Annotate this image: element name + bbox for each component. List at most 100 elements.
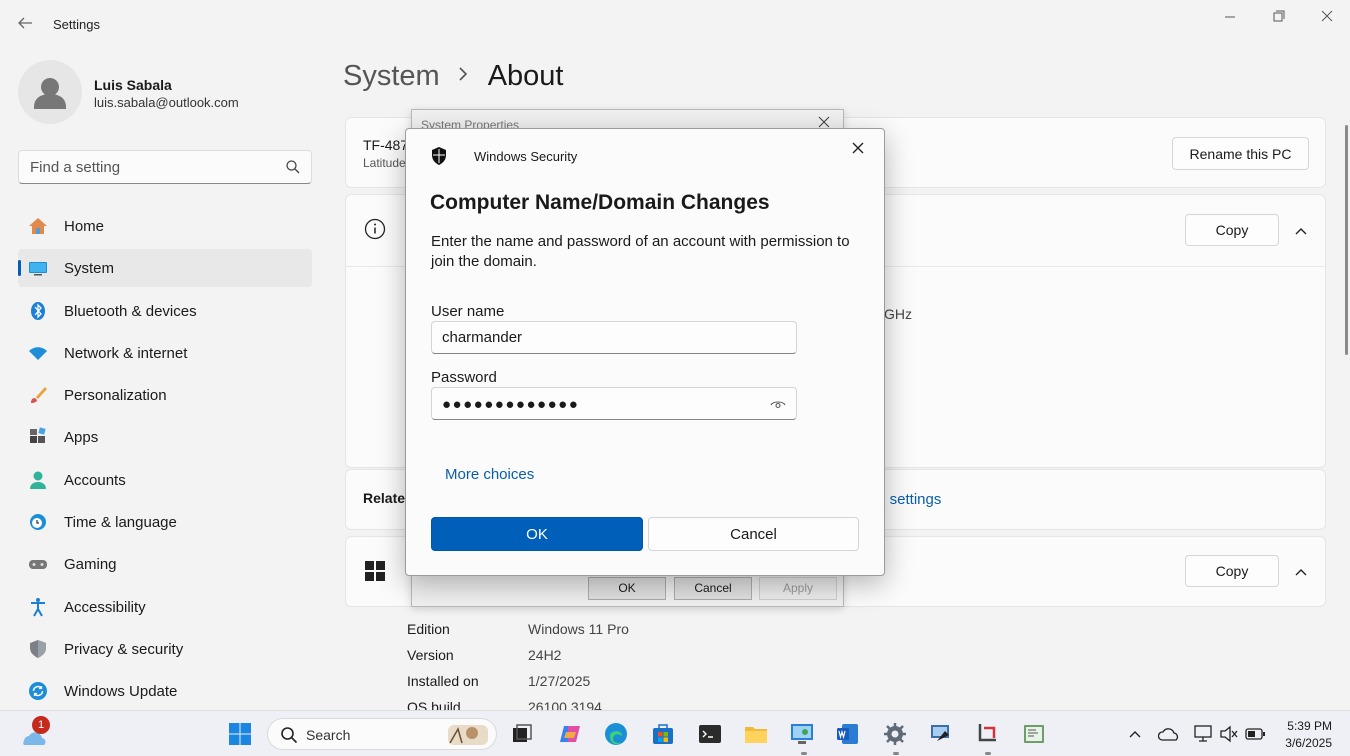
wifi-icon: [29, 347, 47, 360]
notification-badge: 1: [32, 716, 50, 734]
taskbar: 1 Search 5:39 PM 3/6/2025: [0, 710, 1350, 756]
sidebar-item-accounts[interactable]: Accounts: [18, 461, 312, 499]
settings-gear-icon[interactable]: [883, 722, 907, 746]
pc-name: TF-487: [363, 137, 409, 153]
breadcrumb: System About: [343, 60, 563, 93]
sidebar-item-accessibility[interactable]: Accessibility: [18, 588, 312, 626]
rename-pc-button[interactable]: Rename this PC: [1172, 137, 1309, 170]
sidebar-item-label: Bluetooth & devices: [64, 302, 197, 320]
cancel-button[interactable]: Cancel: [648, 517, 859, 551]
network-monitor-icon[interactable]: [1193, 724, 1213, 744]
windows-security-dialog: Windows Security Computer Name/Domain Ch…: [405, 128, 885, 576]
taskbar-search[interactable]: Search: [267, 718, 497, 750]
copy-windows-specs-button[interactable]: Copy: [1185, 555, 1279, 587]
username-field[interactable]: [431, 321, 797, 354]
update-icon: [29, 682, 47, 701]
close-icon[interactable]: [1317, 8, 1337, 26]
store-icon[interactable]: [651, 722, 675, 746]
sidebar-item-gaming[interactable]: Gaming: [18, 545, 312, 583]
sidebar-item-label: Accessibility: [64, 598, 146, 616]
system-icon: [29, 262, 47, 276]
sidebar-item-privacy[interactable]: Privacy & security: [18, 630, 312, 668]
dialog-description: Enter the name and password of an accoun…: [431, 233, 850, 270]
scrollbar[interactable]: [1345, 125, 1348, 355]
spec-label-version: Version: [407, 647, 454, 663]
sidebar-item-label: Home: [64, 218, 105, 235]
sysprops-ok-button[interactable]: OK: [588, 577, 666, 600]
reveal-password-eye-icon[interactable]: [770, 397, 786, 411]
sidebar-item-bluetooth[interactable]: Bluetooth & devices: [18, 292, 312, 330]
sidebar-item-label: Privacy & security: [64, 640, 184, 658]
dialog-app-name: Windows Security: [474, 149, 578, 164]
chevron-up-icon[interactable]: [1127, 726, 1143, 742]
shield-icon: [30, 639, 46, 658]
sidebar-item-personalization[interactable]: Personalization: [18, 376, 312, 414]
task-view-icon[interactable]: [510, 722, 534, 746]
brush-icon: [31, 387, 47, 404]
chevron-right-icon: [458, 65, 468, 88]
password-label: Password: [431, 369, 497, 386]
copy-device-specs-button[interactable]: Copy: [1185, 214, 1279, 246]
sidebar-item-label: Accounts: [64, 471, 126, 489]
home-icon: [29, 218, 47, 234]
sysprops-cancel-button[interactable]: Cancel: [674, 577, 752, 600]
clock[interactable]: 5:39 PM 3/6/2025: [1285, 718, 1332, 752]
file-explorer-icon[interactable]: [744, 722, 768, 746]
sidebar-item-time-language[interactable]: Time & language: [18, 503, 312, 541]
ok-button[interactable]: OK: [431, 517, 643, 551]
settings-search[interactable]: [18, 150, 312, 184]
password-field[interactable]: ●●●●●●●●●●●●●: [431, 387, 797, 420]
battery-icon[interactable]: [1244, 725, 1266, 743]
username-label: User name: [431, 303, 505, 320]
snipping-tool-icon[interactable]: [976, 722, 1000, 746]
password-input[interactable]: ●●●●●●●●●●●●●: [442, 396, 579, 413]
chevron-up-icon[interactable]: [1293, 223, 1309, 239]
sidebar-item-system[interactable]: System: [18, 249, 312, 288]
sidebar-item-apps[interactable]: Apps: [18, 418, 312, 456]
remote-desktop-icon[interactable]: [929, 722, 953, 746]
sidebar-item-label: System: [64, 260, 115, 278]
search-input[interactable]: [19, 151, 279, 183]
start-icon[interactable]: [228, 722, 252, 746]
apps-icon: [30, 427, 46, 444]
sidebar-item-label: Time & language: [64, 514, 177, 532]
restore-icon[interactable]: [1268, 8, 1288, 26]
bluetooth-icon: [31, 301, 45, 320]
onedrive-cloud-icon[interactable]: [1158, 725, 1180, 743]
close-icon[interactable]: [848, 139, 868, 160]
breadcrumb-parent[interactable]: System: [343, 60, 440, 93]
sidebar-item-label: Apps: [64, 429, 99, 447]
back-arrow-icon[interactable]: [16, 14, 34, 32]
chevron-up-icon[interactable]: [1293, 564, 1309, 580]
clock-time: 5:39 PM: [1287, 719, 1332, 733]
notepad-app-icon[interactable]: [1022, 722, 1046, 746]
volume-muted-icon[interactable]: [1219, 724, 1239, 744]
terminal-icon[interactable]: [698, 722, 722, 746]
sidebar-item-network[interactable]: Network & internet: [18, 334, 312, 372]
search-icon: [281, 727, 298, 744]
username-input[interactable]: [432, 322, 752, 353]
person-icon: [30, 471, 46, 489]
running-indicator: [985, 752, 991, 755]
copilot-icon[interactable]: [558, 722, 582, 746]
avatar[interactable]: [18, 60, 82, 124]
minimize-icon[interactable]: [1220, 8, 1240, 26]
title-bar: Settings: [0, 0, 1350, 48]
spec-label-installed: Installed on: [407, 673, 479, 689]
spec-value-edition: Windows 11 Pro: [528, 621, 629, 637]
sidebar-item-windows-update[interactable]: Windows Update: [18, 672, 312, 710]
search-highlight-icon: [448, 725, 488, 745]
sidebar-item-label: Gaming: [64, 556, 117, 574]
control-panel-icon[interactable]: [790, 722, 814, 746]
shield-icon: [432, 147, 446, 165]
more-choices-link[interactable]: More choices: [445, 466, 534, 483]
sidebar-item-home[interactable]: Home: [18, 207, 312, 245]
info-icon: [364, 218, 386, 240]
clock-date: 3/6/2025: [1285, 736, 1332, 750]
clock-globe-icon: [30, 514, 46, 531]
edge-icon[interactable]: [604, 722, 628, 746]
sysprops-apply-button[interactable]: Apply: [759, 577, 837, 600]
related-label: Relate: [363, 490, 406, 506]
word-icon[interactable]: [836, 722, 860, 746]
search-icon[interactable]: [285, 159, 301, 175]
